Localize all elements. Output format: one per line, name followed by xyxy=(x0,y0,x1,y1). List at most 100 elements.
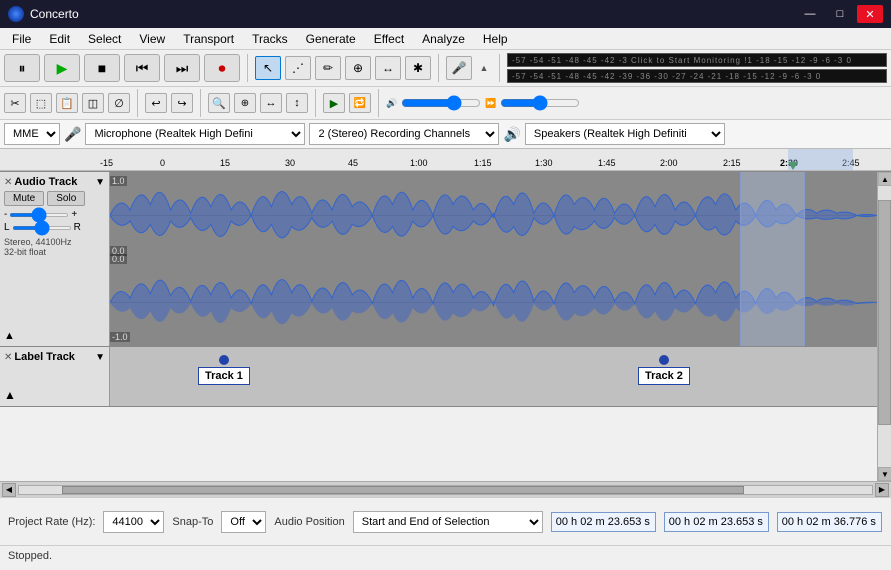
paste-button[interactable]: 📋 xyxy=(56,93,78,113)
cut-button[interactable]: ✂ xyxy=(4,93,26,113)
sep7 xyxy=(378,89,379,117)
menu-effect[interactable]: Effect xyxy=(366,30,412,48)
scroll-left-button[interactable]: ◀ xyxy=(2,483,16,497)
menu-tracks[interactable]: Tracks xyxy=(244,30,296,48)
skip-end-button[interactable]: ⏭ xyxy=(164,54,200,82)
pan-slider[interactable] xyxy=(12,226,72,230)
trim-button[interactable]: ◫ xyxy=(82,93,104,113)
label-pin-2 xyxy=(659,355,669,365)
skip-start-button[interactable]: ⏮ xyxy=(124,54,160,82)
microphone-select[interactable]: Microphone (Realtek High Defini xyxy=(85,123,305,145)
menu-transport[interactable]: Transport xyxy=(175,30,242,48)
maximize-button[interactable]: □ xyxy=(827,5,853,23)
menu-view[interactable]: View xyxy=(131,30,173,48)
horizontal-scrollbar[interactable]: ◀ ▶ xyxy=(0,481,891,497)
mic-icon: 🎤 xyxy=(64,126,81,143)
zoom-in-button[interactable]: ⊕ xyxy=(234,93,256,113)
pause-button[interactable]: ⏸ xyxy=(4,54,40,82)
menu-select[interactable]: Select xyxy=(80,30,129,48)
api-select[interactable]: MME xyxy=(4,123,60,145)
vscroll-thumb[interactable] xyxy=(878,200,891,425)
undo-button[interactable]: ↩ xyxy=(145,93,167,113)
select-tool-button[interactable]: ↖ xyxy=(255,56,281,80)
hscroll-track[interactable] xyxy=(18,485,873,495)
time-input-3[interactable] xyxy=(777,512,882,532)
track-selection-overlay xyxy=(740,172,805,346)
menu-analyze[interactable]: Analyze xyxy=(414,30,473,48)
pan-row: L R xyxy=(4,222,105,233)
label-track-name: Label Track xyxy=(14,351,93,363)
speaker-icon: 🔊 xyxy=(503,126,520,143)
track-expand[interactable]: ▲ xyxy=(4,326,105,342)
zoom-out-button[interactable]: 🔍 xyxy=(208,93,230,113)
label-track-close[interactable]: ✕ xyxy=(4,352,12,363)
scroll-right-button[interactable]: ▶ xyxy=(875,483,889,497)
time-input-1[interactable] xyxy=(551,512,656,532)
vol-label: 🔊 xyxy=(386,98,397,109)
vscroll-track[interactable] xyxy=(878,186,891,467)
sep2 xyxy=(438,54,439,82)
close-button[interactable]: ✕ xyxy=(857,5,883,23)
track-close-button[interactable]: ✕ xyxy=(4,177,12,188)
minimize-button[interactable]: — xyxy=(797,5,823,23)
mic-monitor-button[interactable]: 🎤 xyxy=(446,56,472,80)
sep6 xyxy=(315,89,316,117)
menu-generate[interactable]: Generate xyxy=(298,30,364,48)
ruler-tick: 1:45 xyxy=(598,158,616,168)
vol-indicator: ▲ xyxy=(476,63,492,73)
audio-track-container: ✕ Audio Track ▼ Mute Solo - + L R xyxy=(0,172,877,347)
redo-button[interactable]: ↪ xyxy=(171,93,193,113)
speed-slider[interactable] xyxy=(500,97,580,109)
scroll-up-button[interactable]: ▲ xyxy=(878,172,891,186)
timeline-ruler[interactable]: -15 0 15 30 45 1:00 1:15 1:30 1:45 2:00 … xyxy=(0,149,891,171)
label-track-expand[interactable]: ▲ xyxy=(4,388,105,402)
selection-mode-select[interactable]: Start and End of Selection xyxy=(353,511,543,533)
envelope-tool-button[interactable]: ⋰ xyxy=(285,56,311,80)
label-text-2[interactable]: Track 2 xyxy=(638,367,690,385)
draw-tool-button[interactable]: ✏ xyxy=(315,56,341,80)
fit-horiz-button[interactable]: ↔ xyxy=(260,93,282,113)
volume-slider[interactable] xyxy=(401,97,481,109)
ruler-tick: 0 xyxy=(160,158,165,168)
hscroll-thumb[interactable] xyxy=(62,486,744,494)
input-meter[interactable]: -57 -54 -51 -48 -45 -42 -3 Click to Star… xyxy=(507,53,887,67)
play2-button[interactable]: ▶ xyxy=(323,93,345,113)
label-track-menu[interactable]: ▼ xyxy=(95,352,105,363)
channels-select[interactable]: 2 (Stereo) Recording Channels xyxy=(309,123,499,145)
status-bar: Project Rate (Hz): 44100 Snap-To Off Aud… xyxy=(0,497,891,545)
label-track-content[interactable]: Track 1 Track 2 xyxy=(110,347,877,406)
gain-min-label: - xyxy=(4,209,7,220)
scroll-down-button[interactable]: ▼ xyxy=(878,467,891,481)
speaker-select[interactable]: Speakers (Realtek High Definiti xyxy=(525,123,725,145)
vertical-scrollbar[interactable]: ▲ ▼ xyxy=(877,172,891,481)
loop-button[interactable]: 🔁 xyxy=(349,93,371,113)
multi-tool-button[interactable]: ✱ xyxy=(405,56,431,80)
zoom-tool-button[interactable]: ⊕ xyxy=(345,56,371,80)
solo-button[interactable]: Solo xyxy=(47,191,85,206)
gain-slider[interactable] xyxy=(9,213,69,217)
time-input-2[interactable] xyxy=(664,512,769,532)
record-button[interactable]: ⏺ xyxy=(204,54,240,82)
stop-button[interactable]: ■ xyxy=(84,54,120,82)
menu-file[interactable]: File xyxy=(4,30,39,48)
toolbar-row2: ✂ ⬚ 📋 ◫ ∅ ↩ ↪ 🔍 ⊕ ↔ ↕ ▶ 🔁 🔊 ⏩ xyxy=(0,87,891,120)
fit-vert-button[interactable]: ↕ xyxy=(286,93,308,113)
menu-help[interactable]: Help xyxy=(475,30,516,48)
copy-button[interactable]: ⬚ xyxy=(30,93,52,113)
label-track1-marker: Track 1 xyxy=(198,355,250,385)
play-button[interactable]: ▶ xyxy=(44,54,80,82)
mute-button[interactable]: Mute xyxy=(4,191,44,206)
stopped-label: Stopped. xyxy=(8,550,52,562)
track-menu-button[interactable]: ▼ xyxy=(95,177,105,188)
label-text-1[interactable]: Track 1 xyxy=(198,367,250,385)
silence-button[interactable]: ∅ xyxy=(108,93,130,113)
project-rate-select[interactable]: 44100 xyxy=(103,511,164,533)
snap-to-select[interactable]: Off xyxy=(221,511,266,533)
window-controls: — □ ✕ xyxy=(797,5,883,23)
label-track-header: ✕ Label Track ▼ xyxy=(4,351,105,363)
timeshift-tool-button[interactable]: ↔ xyxy=(375,56,401,80)
scale-mid-bot: 0.0 xyxy=(110,246,127,256)
audio-track-content[interactable]: 1.0 0.0 0.0 -1.0 xyxy=(110,172,877,346)
sep4 xyxy=(137,89,138,117)
menu-edit[interactable]: Edit xyxy=(41,30,78,48)
